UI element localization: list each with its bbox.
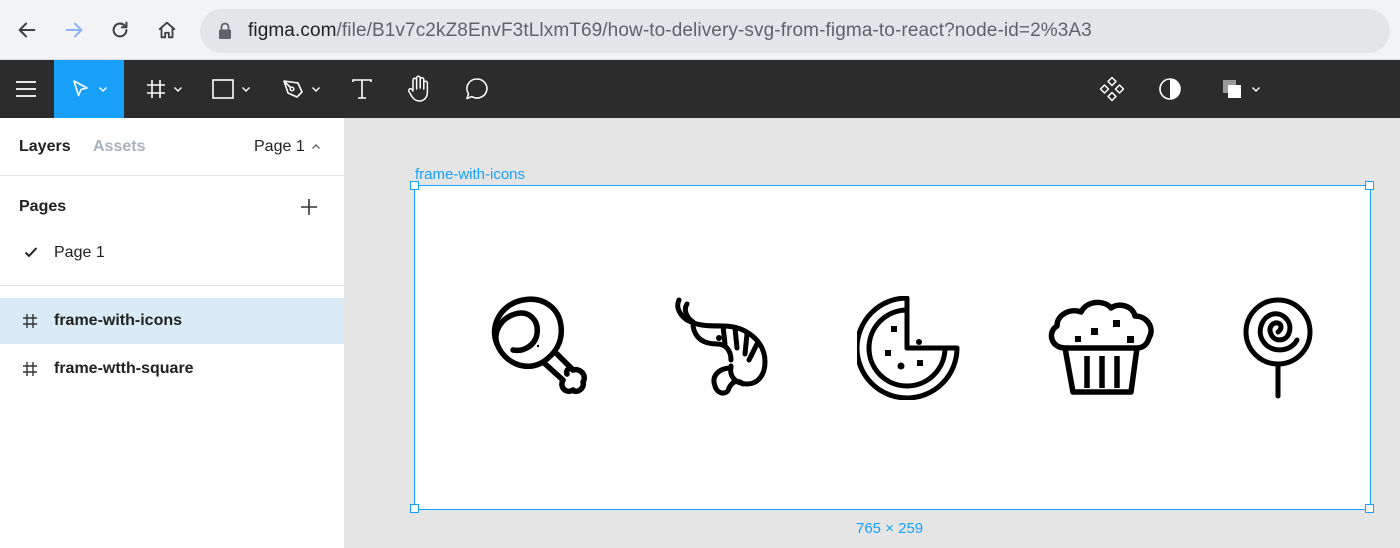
forward-button[interactable] bbox=[56, 12, 92, 48]
canvas[interactable]: frame-with-icons 765 × 259 bbox=[345, 118, 1400, 548]
move-icon bbox=[73, 80, 88, 97]
mask-icon bbox=[1159, 78, 1181, 100]
frame-name-label[interactable]: frame-with-icons bbox=[415, 166, 525, 183]
left-panel: Layers Assets Page 1 Pages Page 1 frame-… bbox=[0, 118, 345, 548]
lock-icon bbox=[219, 22, 231, 39]
divider bbox=[0, 285, 344, 286]
checkmark-icon bbox=[24, 247, 38, 258]
pizza-icon[interactable] bbox=[857, 296, 961, 400]
resize-handle-bottom-right[interactable] bbox=[1365, 504, 1374, 513]
frame-icon bbox=[23, 314, 37, 328]
pen-tool-button[interactable] bbox=[270, 60, 332, 118]
text-tool-button[interactable] bbox=[342, 60, 382, 118]
main-menu-button[interactable] bbox=[0, 60, 52, 118]
resize-handle-bottom-left[interactable] bbox=[410, 504, 419, 513]
layer-label: frame-with-icons bbox=[54, 312, 183, 329]
mask-button[interactable] bbox=[1152, 60, 1188, 118]
hand-tool-button[interactable] bbox=[398, 60, 440, 118]
move-tool-button[interactable] bbox=[54, 60, 124, 118]
pen-icon bbox=[283, 80, 303, 98]
reload-icon bbox=[112, 21, 128, 38]
forward-arrow-icon bbox=[65, 22, 83, 38]
comment-icon bbox=[466, 78, 488, 100]
home-icon bbox=[158, 21, 176, 39]
panel-tabs: Layers Assets Page 1 bbox=[0, 118, 345, 176]
chevron-down-icon bbox=[174, 87, 182, 92]
page-item[interactable]: Page 1 bbox=[0, 234, 344, 272]
shrimp-icon[interactable] bbox=[673, 296, 773, 400]
pages-heading: Pages bbox=[19, 198, 67, 215]
ham-leg-icon[interactable] bbox=[487, 296, 591, 398]
address-bar[interactable]: figma.com/file/B1v7c2kZ8EnvF3tLlxmT69/ho… bbox=[200, 9, 1390, 53]
resize-handle-top-right[interactable] bbox=[1365, 181, 1374, 190]
resize-handle-top-left[interactable] bbox=[410, 181, 419, 190]
boolean-operations-button[interactable] bbox=[1212, 60, 1268, 118]
text-icon bbox=[352, 79, 372, 99]
chevron-down-icon bbox=[1252, 87, 1260, 92]
frame-with-icons[interactable] bbox=[414, 185, 1371, 510]
hand-icon bbox=[407, 75, 429, 102]
home-button[interactable] bbox=[149, 12, 185, 48]
chevron-down-icon bbox=[312, 87, 320, 92]
frame-tool-button[interactable] bbox=[134, 60, 194, 118]
lollipop-icon[interactable] bbox=[1241, 296, 1315, 400]
url-host: figma.com bbox=[248, 20, 337, 41]
chevron-down-icon bbox=[242, 87, 250, 92]
back-button[interactable] bbox=[9, 12, 45, 48]
rectangle-tool-button[interactable] bbox=[200, 60, 262, 118]
add-page-icon[interactable] bbox=[298, 196, 320, 218]
url-path: /file/B1v7c2kZ8EnvF3tLlxmT69/how-to-deli… bbox=[336, 20, 1092, 41]
components-icon bbox=[1099, 76, 1125, 102]
layer-item[interactable]: frame-wtth-square bbox=[0, 346, 344, 392]
frame-size-label: 765 × 259 bbox=[856, 520, 924, 537]
layer-label: frame-wtth-square bbox=[54, 360, 194, 377]
layer-item[interactable]: frame-with-icons bbox=[0, 298, 344, 344]
cupcake-icon[interactable] bbox=[1045, 296, 1159, 396]
current-page-label: Page 1 bbox=[254, 138, 305, 155]
tab-layers[interactable]: Layers bbox=[19, 138, 71, 156]
reload-button[interactable] bbox=[102, 12, 138, 48]
back-arrow-icon bbox=[18, 22, 36, 38]
boolean-icon bbox=[1223, 80, 1241, 98]
rectangle-icon bbox=[212, 79, 234, 99]
comment-tool-button[interactable] bbox=[456, 60, 498, 118]
chevron-down-icon bbox=[99, 87, 107, 92]
url-text: figma.com/file/B1v7c2kZ8EnvF3tLlxmT69/ho… bbox=[248, 9, 1092, 53]
page-switcher[interactable]: Page 1 bbox=[254, 138, 321, 156]
chevron-up-icon bbox=[311, 144, 320, 149]
page-item-label: Page 1 bbox=[54, 244, 105, 261]
frame-icon bbox=[147, 80, 165, 98]
components-button[interactable] bbox=[1094, 60, 1130, 118]
menu-icon bbox=[16, 81, 36, 97]
browser-bar: figma.com/file/B1v7c2kZ8EnvF3tLlxmT69/ho… bbox=[0, 0, 1400, 60]
tab-assets[interactable]: Assets bbox=[93, 138, 145, 156]
frame-icon bbox=[23, 362, 37, 376]
figma-toolbar bbox=[0, 60, 1400, 118]
